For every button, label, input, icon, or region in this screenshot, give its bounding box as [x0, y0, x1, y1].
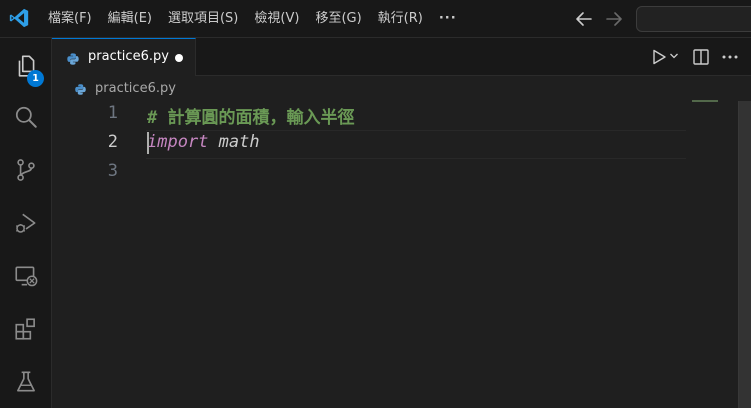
line-code: import math	[147, 132, 260, 152]
python-icon	[67, 53, 79, 65]
command-center-search[interactable]	[636, 6, 751, 32]
menu-go[interactable]: 移至(G)	[307, 6, 369, 32]
activity-search[interactable]	[0, 93, 52, 141]
unsaved-dot-icon[interactable]	[175, 54, 183, 62]
chevron-down-icon[interactable]	[669, 51, 679, 61]
line-number: 2	[107, 132, 118, 152]
split-editor-icon[interactable]	[691, 47, 711, 67]
beaker-icon	[17, 371, 35, 392]
menu-file[interactable]: 檔案(F)	[40, 6, 100, 32]
menu-edit[interactable]: 編輯(E)	[100, 6, 160, 32]
minimap[interactable]	[686, 100, 738, 408]
comment-token: # 計算圓的面積，輸入半徑	[147, 108, 355, 128]
vscode-logo-icon	[9, 8, 29, 28]
code-line: 1 # 計算圓的面積，輸入半徑	[52, 101, 686, 130]
minimap-line	[692, 100, 718, 102]
menu-selection[interactable]: 選取項目(S)	[160, 6, 246, 32]
scrollbar-thumb[interactable]	[738, 101, 751, 408]
source-control-icon	[17, 159, 35, 181]
breadcrumb: practice6.py	[52, 77, 751, 101]
arrow-right-icon[interactable]	[602, 7, 626, 31]
activity-source-control[interactable]	[0, 146, 52, 194]
module-token: math	[208, 132, 260, 152]
activity-explorer[interactable]: 1	[0, 42, 52, 90]
python-icon	[75, 84, 86, 95]
menu-run[interactable]: 執行(R)	[370, 6, 431, 32]
tab-practice6-py[interactable]: practice6.py	[52, 38, 196, 76]
editor-tabs-bar: practice6.py	[52, 38, 751, 76]
arrow-left-icon[interactable]	[572, 7, 596, 31]
more-actions-icon[interactable]	[720, 47, 740, 67]
activity-testing[interactable]	[0, 358, 52, 406]
explorer-badge: 1	[27, 70, 44, 87]
line-code: # 計算圓的面積，輸入半徑	[147, 103, 354, 128]
run-debug-icon	[15, 213, 36, 233]
menu-view[interactable]: 檢視(V)	[246, 6, 307, 32]
breadcrumb-file[interactable]: practice6.py	[95, 81, 176, 96]
keyword-token: import	[147, 132, 209, 152]
remote-explorer-icon	[15, 266, 38, 287]
activity-bar: 1	[0, 38, 52, 408]
code-editor[interactable]: 1 # 計算圓的面積，輸入半徑 2 import math 3	[52, 100, 751, 408]
text-cursor	[147, 132, 149, 154]
title-bar: 檔案(F) 編輯(E) 選取項目(S) 檢視(V) 移至(G) 執行(R) ··…	[0, 0, 751, 38]
code-line: 3	[52, 159, 686, 188]
menu-more-button[interactable]: ···	[431, 6, 465, 32]
activity-run-debug[interactable]	[0, 199, 52, 247]
line-number: 3	[107, 161, 118, 181]
run-python-file-icon[interactable]	[649, 47, 669, 67]
extensions-icon	[15, 318, 35, 340]
activity-remote-explorer[interactable]	[0, 252, 52, 300]
menu-bar: 檔案(F) 編輯(E) 選取項目(S) 檢視(V) 移至(G) 執行(R) ··…	[40, 0, 465, 38]
tab-label: practice6.py	[88, 49, 169, 64]
activity-extensions[interactable]	[0, 305, 52, 353]
search-icon	[15, 106, 37, 128]
line-number: 1	[107, 103, 118, 123]
